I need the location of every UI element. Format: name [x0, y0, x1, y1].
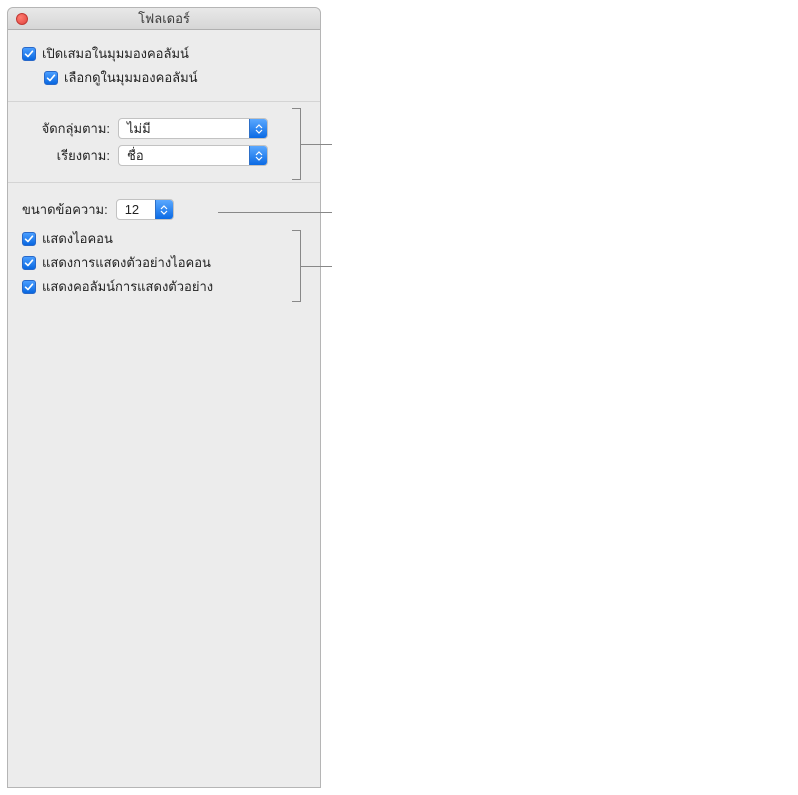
callout-line	[300, 266, 332, 267]
window-title: โฟลเดอร์	[8, 8, 320, 29]
label-text-size: ขนาดข้อความ:	[22, 199, 116, 220]
checkbox-show-preview-column[interactable]	[22, 280, 36, 294]
checkbox-show-icon-preview[interactable]	[22, 256, 36, 270]
label-show-icons: แสดงไอคอน	[42, 228, 113, 249]
callout-line	[218, 212, 332, 213]
select-group-by[interactable]: ไม่มี	[118, 118, 268, 139]
titlebar: โฟลเดอร์	[8, 8, 320, 30]
label-sort-by: เรียงตาม:	[22, 145, 118, 166]
select-sort-by-value: ชื่อ	[119, 146, 249, 165]
stepper-arrows-icon	[249, 146, 267, 165]
checkbox-always-open-column[interactable]	[22, 47, 36, 61]
select-group-by-value: ไม่มี	[119, 119, 249, 138]
section-sort: จัดกลุ่มตาม: ไม่มี เรียงตาม: ชื่อ	[8, 102, 320, 183]
stepper-arrows-icon	[155, 200, 173, 219]
section-open-options: เปิดเสมอในมุมมองคอลัมน์ เลือกดูในมุมมองค…	[8, 30, 320, 102]
select-text-size-value: 12	[117, 200, 155, 219]
callout-line	[300, 144, 332, 145]
select-sort-by[interactable]: ชื่อ	[118, 145, 268, 166]
section-display: ขนาดข้อความ: 12 แสดงไอคอน แสดงการแสดงตัว…	[8, 183, 320, 310]
checkbox-show-icons[interactable]	[22, 232, 36, 246]
select-text-size[interactable]: 12	[116, 199, 174, 220]
close-button[interactable]	[16, 13, 28, 25]
checkbox-browse-column[interactable]	[44, 71, 58, 85]
label-show-preview-column: แสดงคอลัมน์การแสดงตัวอย่าง	[42, 276, 213, 297]
label-show-icon-preview: แสดงการแสดงตัวอย่างไอคอน	[42, 252, 211, 273]
stepper-arrows-icon	[249, 119, 267, 138]
label-always-open-column: เปิดเสมอในมุมมองคอลัมน์	[42, 43, 189, 64]
label-group-by: จัดกลุ่มตาม:	[22, 118, 118, 139]
folder-options-window: โฟลเดอร์ เปิดเสมอในมุมมองคอลัมน์ เลือกดู…	[7, 7, 321, 788]
label-browse-column: เลือกดูในมุมมองคอลัมน์	[64, 67, 198, 88]
